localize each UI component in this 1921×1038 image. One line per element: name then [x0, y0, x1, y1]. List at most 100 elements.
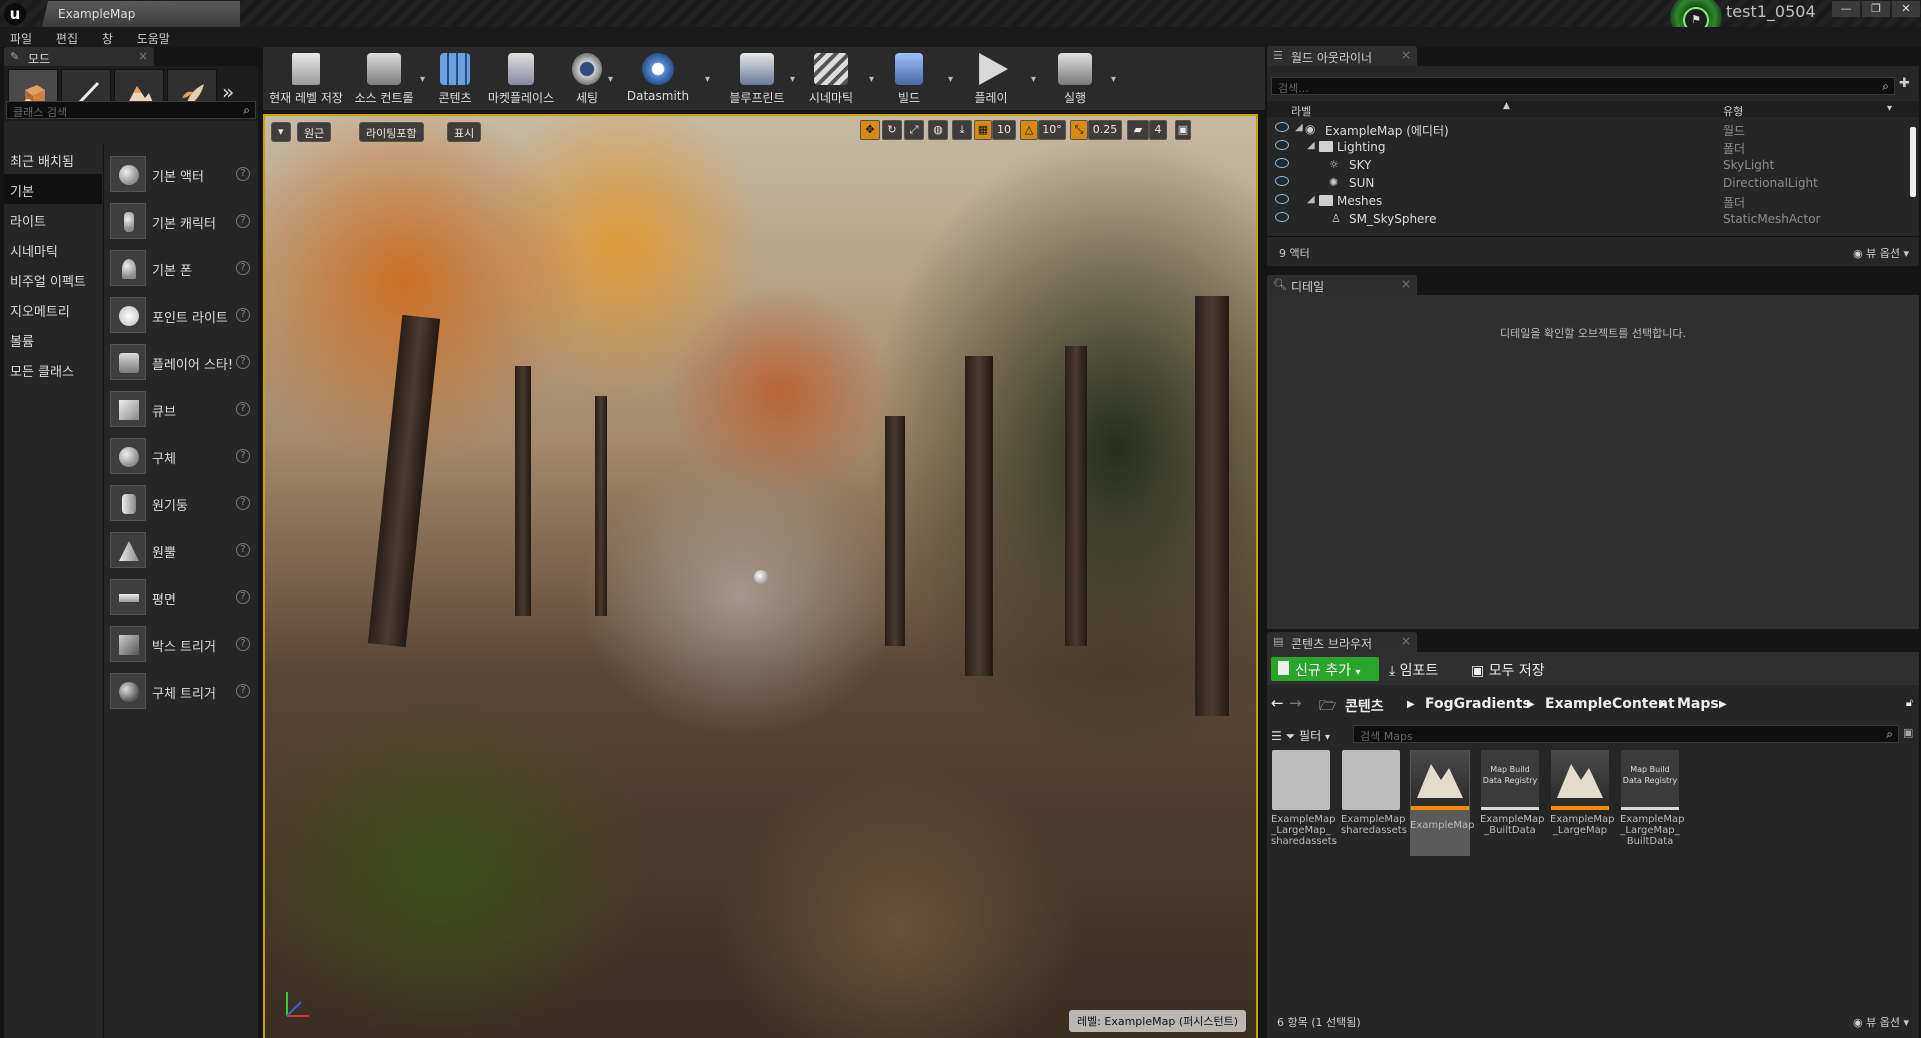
asset-tile[interactable]: ExampleMap _LargeMap_ sharedassets: [1271, 750, 1337, 847]
cinematics-button[interactable]: 시네마틱: [801, 51, 861, 107]
collapse-arrow-icon[interactable]: ◢: [1307, 140, 1315, 151]
category-cinematic[interactable]: 시네마틱: [4, 234, 102, 264]
category-geometry[interactable]: 지오메트리: [4, 294, 102, 324]
play-button[interactable]: 플레이: [963, 51, 1019, 107]
breadcrumb-separator-icon[interactable]: ▶: [1407, 699, 1415, 710]
help-icon[interactable]: ?: [236, 402, 250, 416]
sources-toggle-icon[interactable]: ☰: [1271, 729, 1282, 743]
breadcrumb-examplecontent[interactable]: ExampleContent: [1545, 696, 1675, 712]
asset-tile[interactable]: ExampleMap _LargeMap: [1550, 750, 1615, 836]
show-flags-button[interactable]: 표시: [447, 122, 482, 142]
breadcrumb-maps[interactable]: Maps: [1677, 696, 1719, 712]
category-visual-effects[interactable]: 비주얼 이펙트: [4, 264, 102, 294]
close-icon[interactable]: ×: [1401, 277, 1411, 291]
translate-tool-icon[interactable]: ✥: [860, 120, 880, 140]
visibility-eye-icon[interactable]: [1275, 140, 1289, 150]
placeable-plane[interactable]: 평면?: [104, 575, 258, 622]
launch-button[interactable]: 실행: [1046, 51, 1104, 107]
chevron-down-icon[interactable]: ▾: [420, 74, 425, 85]
help-icon[interactable]: ?: [236, 496, 250, 510]
placeable-sphere[interactable]: 구체?: [104, 434, 258, 481]
scale-tool-icon[interactable]: ⤢: [904, 120, 924, 140]
source-control-button[interactable]: 소스 컨트롤: [349, 51, 419, 107]
unreal-logo-icon[interactable]: u: [4, 3, 26, 25]
viewport-options-chevron-icon[interactable]: ▾: [271, 122, 291, 142]
close-window-button[interactable]: ✕: [1892, 1, 1920, 17]
asset-tile-selected[interactable]: ExampleMap: [1410, 750, 1475, 856]
help-icon[interactable]: ?: [236, 261, 250, 275]
help-icon[interactable]: ?: [236, 590, 250, 604]
category-all-classes[interactable]: 모든 클래스: [4, 354, 102, 384]
save-search-icon[interactable]: ▣: [1903, 726, 1913, 739]
grid-snap-value[interactable]: 10: [992, 120, 1016, 140]
grid-snap-icon[interactable]: ▦: [974, 120, 992, 140]
visibility-eye-icon[interactable]: [1275, 194, 1289, 204]
menu-edit[interactable]: 편집: [46, 27, 88, 47]
sky-sphere-gizmo-icon[interactable]: [754, 570, 768, 584]
forward-arrow-icon[interactable]: →: [1289, 694, 1302, 712]
settings-button[interactable]: 세팅: [563, 51, 611, 107]
visibility-eye-icon[interactable]: [1275, 122, 1289, 132]
category-recent[interactable]: 최근 배치됨: [4, 144, 102, 174]
scale-snap-value[interactable]: 0.25: [1088, 120, 1122, 140]
rotation-snap-value[interactable]: 10°: [1038, 120, 1066, 140]
help-icon[interactable]: ?: [236, 214, 250, 228]
outliner-scrollbar[interactable]: [1910, 127, 1916, 197]
tab-world-outliner[interactable]: ☰ 월드 아웃라이너 ×: [1267, 46, 1417, 66]
menu-help[interactable]: 도움말: [127, 27, 180, 47]
chevron-down-icon[interactable]: ▾: [790, 74, 795, 85]
save-level-button[interactable]: 현재 레벨 저장: [269, 51, 343, 107]
breadcrumb-content[interactable]: 콘텐츠: [1345, 696, 1384, 716]
lock-icon[interactable]: 🔓︎: [1906, 696, 1913, 710]
chevron-down-icon[interactable]: ▾: [948, 74, 953, 85]
category-basic[interactable]: 기본: [4, 174, 102, 204]
blueprints-button[interactable]: 블루프린트: [725, 51, 789, 107]
rotate-tool-icon[interactable]: ↻: [882, 120, 902, 140]
help-icon[interactable]: ?: [236, 355, 250, 369]
menu-file[interactable]: 파일: [0, 27, 42, 47]
breadcrumb-foggradients[interactable]: FogGradients: [1425, 696, 1531, 712]
level-viewport[interactable]: ▾ 원근 라이팅포함 표시 ✥ ↻ ⤢ ◍ ⤓ ▦ 10 △ 10° ⤡ 0.2…: [263, 114, 1258, 1038]
chevron-down-icon[interactable]: ▾: [705, 74, 710, 85]
placeable-character[interactable]: 기본 캐릭터?: [104, 199, 258, 246]
menu-window[interactable]: 창: [92, 27, 123, 47]
outliner-row-lighting[interactable]: ◢ Lighting 폴더: [1267, 138, 1907, 156]
asset-tile[interactable]: Map Build Data Registry ExampleMap _Buil…: [1480, 750, 1545, 836]
category-lights[interactable]: 라이트: [4, 204, 102, 234]
visibility-eye-icon[interactable]: [1275, 176, 1289, 186]
placeable-empty-actor[interactable]: 기본 액터?: [104, 152, 258, 199]
class-search-input[interactable]: 클래스 검색 ⌕: [6, 101, 256, 119]
placeable-cube[interactable]: 큐브?: [104, 387, 258, 434]
placeable-cylinder[interactable]: 원기둥?: [104, 481, 258, 528]
placeable-player-start[interactable]: 플레이어 스타!?: [104, 340, 258, 387]
world-local-icon[interactable]: ◍: [928, 120, 948, 140]
save-all-button[interactable]: ▣ 모두 저장: [1471, 660, 1545, 680]
help-icon[interactable]: ?: [236, 449, 250, 463]
add-filter-icon[interactable]: ✚: [1899, 76, 1910, 91]
outliner-search-input[interactable]: 검색... ⌕: [1271, 77, 1895, 95]
add-new-button[interactable]: 신규 추가 ▾: [1271, 657, 1379, 681]
marketplace-button[interactable]: 마켓플레이스: [485, 51, 557, 107]
import-button[interactable]: ⤓ 임포트: [1389, 660, 1438, 680]
back-arrow-icon[interactable]: ←: [1271, 694, 1284, 712]
collapse-arrow-icon[interactable]: ◢: [1307, 194, 1315, 205]
visibility-eye-icon[interactable]: [1275, 158, 1289, 168]
outliner-view-options-button[interactable]: ◉ 뷰 옵션 ▾: [1853, 245, 1909, 261]
build-button[interactable]: 빌드: [881, 51, 937, 107]
column-type[interactable]: 유형: [1723, 103, 1743, 119]
surface-snap-icon[interactable]: ⤓: [952, 120, 972, 140]
maximize-viewport-icon[interactable]: ▣: [1175, 120, 1191, 140]
content-view-options-button[interactable]: ◉ 뷰 옵션 ▾: [1853, 1014, 1909, 1030]
help-icon[interactable]: ?: [236, 308, 250, 322]
help-icon[interactable]: ?: [236, 167, 250, 181]
placeable-box-trigger[interactable]: 박스 트리거?: [104, 622, 258, 669]
level-document-tab[interactable]: ExampleMap: [42, 1, 240, 27]
minimize-button[interactable]: —: [1832, 1, 1860, 17]
close-icon[interactable]: ×: [1401, 634, 1411, 648]
scale-snap-icon[interactable]: ⤡: [1070, 120, 1088, 140]
column-options-chevron-icon[interactable]: ▾: [1887, 103, 1892, 114]
help-icon[interactable]: ?: [236, 637, 250, 651]
perspective-button[interactable]: 원근: [297, 122, 332, 142]
chevron-down-icon[interactable]: ▾: [869, 74, 874, 85]
asset-tile[interactable]: Map Build Data Registry ExampleMap _Larg…: [1620, 750, 1685, 847]
